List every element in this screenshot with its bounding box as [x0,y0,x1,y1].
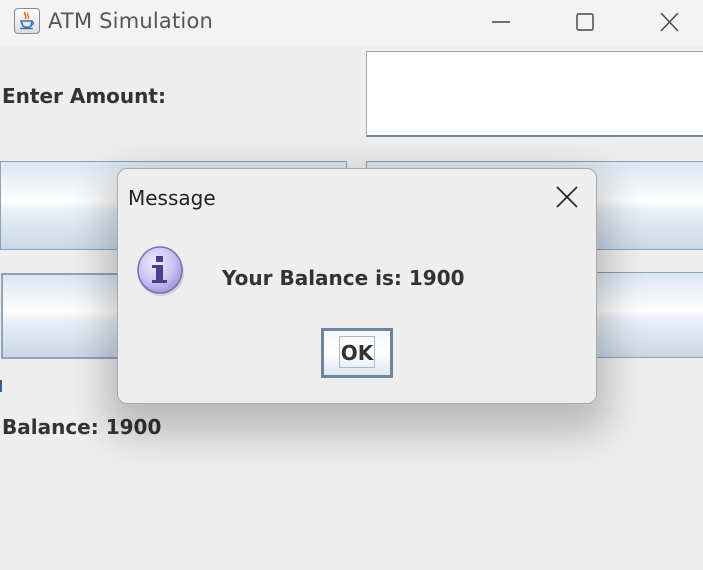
ok-button[interactable]: OK [321,328,393,378]
info-icon [137,246,184,296]
maximize-button[interactable] [543,0,627,46]
close-icon [556,186,578,208]
amount-label: Enter Amount: [2,84,166,108]
ok-label: OK [340,341,374,365]
dialog-message: Your Balance is: 1900 [222,266,465,290]
close-window-button[interactable] [627,0,703,46]
message-dialog: Message Your Balance is: 1900 OK [117,168,597,404]
dialog-close-button[interactable] [550,181,582,213]
minimize-icon [492,21,510,23]
dialog-title: Message [128,186,216,210]
balance-label: Balance: 1900 [2,415,162,439]
status-marker [0,380,2,392]
minimize-button[interactable] [459,0,543,46]
atm-window: ATM Simulation Enter Amount: Balance: 19… [0,0,703,570]
maximize-icon [576,13,594,31]
title-bar: ATM Simulation [0,0,703,46]
close-icon [660,13,679,32]
window-title: ATM Simulation [48,9,214,33]
java-cup-icon [14,8,40,34]
amount-input[interactable] [366,51,703,137]
